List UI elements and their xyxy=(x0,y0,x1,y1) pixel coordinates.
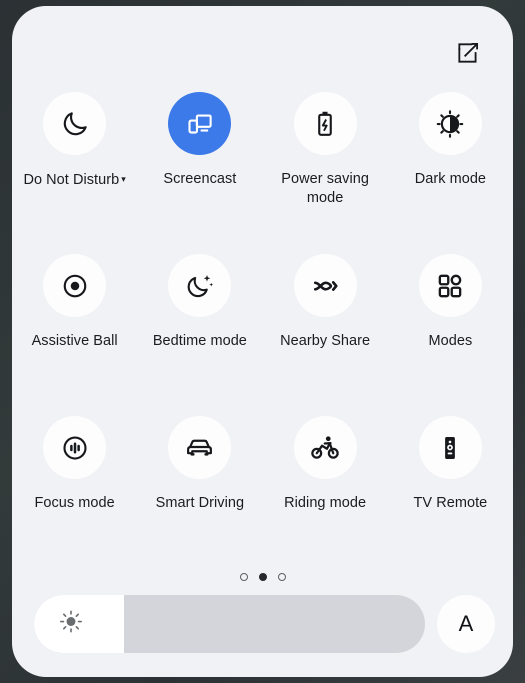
page-dot-2[interactable] xyxy=(258,573,267,581)
tile-icon-container xyxy=(418,254,482,317)
tile-icon-container xyxy=(168,416,232,479)
page-dot-3[interactable] xyxy=(277,573,286,581)
car-icon xyxy=(184,432,215,463)
tile-label: Power saving mode xyxy=(281,171,369,206)
tile-riding-mode[interactable]: Riding mode xyxy=(263,412,388,574)
bicycle-icon xyxy=(310,433,340,463)
grid-modes-icon xyxy=(436,272,464,300)
tile-icon-container xyxy=(168,92,232,155)
moon-icon xyxy=(60,109,90,139)
tile-icon-container xyxy=(418,92,482,155)
tile-icon-container xyxy=(293,416,357,479)
brightness-slider[interactable] xyxy=(34,595,425,653)
tile-focus-mode[interactable]: Focus mode xyxy=(12,412,137,574)
quick-settings-tiles-grid: Do Not Disturb ▾ Screencast Power saving… xyxy=(12,88,513,574)
moon-stars-icon xyxy=(185,271,215,301)
brightness-contrast-icon xyxy=(435,109,465,139)
auto-brightness-button[interactable]: A xyxy=(437,595,495,653)
page-indicator xyxy=(12,573,513,581)
tile-icon-container xyxy=(43,92,107,155)
brightness-row: A xyxy=(34,595,495,653)
tile-bedtime-mode[interactable]: Bedtime mode xyxy=(137,250,262,412)
tile-nearby-share[interactable]: Nearby Share xyxy=(263,250,388,412)
panel-header xyxy=(12,6,513,88)
tile-label: TV Remote xyxy=(413,495,488,511)
tile-label: Bedtime mode xyxy=(152,333,247,349)
quick-settings-panel: Do Not Disturb ▾ Screencast Power saving… xyxy=(12,6,513,677)
nearby-share-icon xyxy=(310,271,340,301)
tile-screencast[interactable]: Screencast xyxy=(137,88,262,250)
tile-label: Do Not Disturb ▾ xyxy=(23,172,126,188)
edit-square-pencil-icon xyxy=(455,40,481,66)
tile-label: Smart Driving xyxy=(155,495,245,511)
tile-label: Screencast xyxy=(163,171,237,187)
tile-label: Modes xyxy=(428,333,473,349)
tile-label: Assistive Ball xyxy=(31,333,118,349)
auto-brightness-label: A xyxy=(458,611,474,636)
tile-icon-container xyxy=(43,416,107,479)
tile-icon-container xyxy=(418,416,482,479)
tile-icon-container xyxy=(293,254,357,317)
tile-dark-mode[interactable]: Dark mode xyxy=(388,88,513,250)
edit-button[interactable] xyxy=(451,36,485,70)
tile-icon-container xyxy=(168,254,232,317)
focus-equalizer-icon xyxy=(60,433,90,463)
tile-label: Nearby Share xyxy=(280,333,371,349)
tile-smart-driving[interactable]: Smart Driving xyxy=(137,412,262,574)
target-dot-icon xyxy=(60,271,90,301)
tile-label: Riding mode xyxy=(284,495,367,511)
tile-icon-container xyxy=(43,254,107,317)
battery-bolt-icon xyxy=(310,109,340,139)
tile-tv-remote[interactable]: TV Remote xyxy=(388,412,513,574)
tile-modes[interactable]: Modes xyxy=(388,250,513,412)
sun-icon xyxy=(58,609,84,640)
tile-label: Focus mode xyxy=(34,495,115,511)
tile-assistive-ball[interactable]: Assistive Ball xyxy=(12,250,137,412)
tile-do-not-disturb[interactable]: Do Not Disturb ▾ xyxy=(12,88,137,250)
tv-remote-icon xyxy=(435,433,465,463)
page-dot-1[interactable] xyxy=(239,573,248,581)
tile-icon-container xyxy=(293,92,357,155)
tile-power-saving-mode[interactable]: Power saving mode xyxy=(263,88,388,250)
tile-label: Dark mode xyxy=(414,171,487,187)
chevron-down-icon: ▾ xyxy=(121,174,126,184)
screencast-icon xyxy=(185,109,215,139)
